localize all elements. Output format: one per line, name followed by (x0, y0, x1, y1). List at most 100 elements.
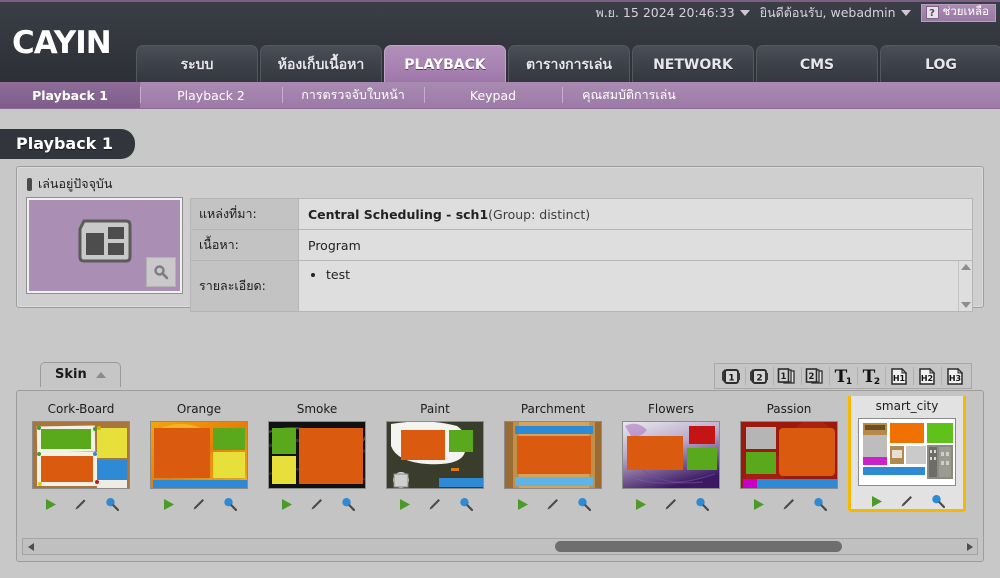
edit-pencil-icon[interactable] (664, 497, 678, 511)
edit-pencil-icon[interactable] (192, 497, 206, 511)
now-playing-header: เล่นอยู่ปัจจุบัน (17, 167, 983, 198)
magnifier-icon[interactable] (223, 497, 237, 511)
play-icon[interactable] (751, 497, 765, 511)
skin-thumbnail[interactable] (150, 421, 248, 489)
skin-thumbnail[interactable] (622, 421, 720, 489)
tab-media-library[interactable]: ห้องเก็บเนื้อหา (260, 45, 382, 84)
svg-text:1: 1 (781, 372, 787, 382)
tab-playlist[interactable]: ตารางการเล่น (508, 45, 630, 84)
play-icon[interactable] (633, 497, 647, 511)
picture-2-icon[interactable]: 2 (801, 364, 829, 388)
play-icon[interactable] (869, 494, 883, 508)
play-icon[interactable] (161, 497, 175, 511)
top-header: CAYIN พ.ย. 15 2024 20:46:33 ยินดีต้อนรับ… (0, 0, 1000, 84)
info-label-detail: รายละเอียด: (191, 261, 299, 311)
skin-name: Paint (420, 402, 450, 416)
scroll-left-arrow-icon[interactable] (23, 539, 38, 554)
skin-name: Smoke (296, 402, 338, 416)
skin-name: smart_city (875, 399, 939, 413)
tab-label: CMS (799, 57, 835, 73)
help-button[interactable]: ? ช่วยเหลือ (920, 3, 996, 22)
play-icon[interactable] (515, 497, 529, 511)
edit-pencil-icon[interactable] (74, 497, 88, 511)
skin-card-parchment[interactable]: Parchment (494, 396, 612, 515)
current-preview-thumbnail[interactable] (26, 197, 183, 294)
skin-strip: Cork-Board Orange Smoke Paint Parchment … (22, 396, 978, 515)
edit-pencil-icon[interactable] (782, 497, 796, 511)
scrollbar-track[interactable] (38, 539, 962, 554)
skin-card-paint[interactable]: Paint (376, 396, 494, 515)
media-2-icon[interactable]: 2 (745, 364, 773, 388)
skin-thumbnail[interactable] (386, 421, 484, 489)
tab-log[interactable]: LOG (880, 45, 1000, 84)
tab-cms[interactable]: CMS (756, 45, 878, 84)
magnifier-icon[interactable] (931, 494, 945, 508)
skin-card-passion[interactable]: Passion (730, 396, 848, 515)
ticker-2-icon[interactable]: T 2 (857, 364, 885, 388)
skin-horizontal-scrollbar[interactable] (22, 538, 978, 555)
play-icon[interactable] (397, 497, 411, 511)
skin-action-bar (397, 497, 473, 511)
magnifier-icon[interactable] (577, 497, 591, 511)
html-3-icon[interactable]: H3 (941, 364, 969, 388)
tab-label: ระบบ (180, 57, 214, 73)
page-title: Playback 1 (0, 129, 136, 159)
detail-scrollbar[interactable] (958, 261, 972, 311)
playback-page: CAYIN พ.ย. 15 2024 20:46:33 ยินดีต้อนรับ… (0, 0, 1000, 578)
play-icon[interactable] (279, 497, 293, 511)
picture-1-icon[interactable]: 1 (773, 364, 801, 388)
ticker-1-icon[interactable]: T 1 (829, 364, 857, 388)
tab-skin[interactable]: Skin (40, 362, 121, 387)
skin-card-cork-board[interactable]: Cork-Board (22, 396, 140, 515)
svg-text:CAYIN: CAYIN (12, 26, 111, 60)
edit-pencil-icon[interactable] (546, 497, 560, 511)
subtab-label: Playback 1 (32, 87, 108, 103)
user-menu[interactable]: ยินดีต้อนรับ, webadmin (760, 3, 911, 23)
subtab-playback-2[interactable]: Playback 2 (140, 82, 282, 108)
detail-list: test (308, 267, 350, 282)
subtab-keypad[interactable]: Keypad (424, 82, 562, 108)
now-playing-body: แหล่งที่มา: Central Scheduling - sch1 (G… (17, 197, 983, 312)
subtab-playback-1[interactable]: Playback 1 (0, 82, 140, 108)
magnifier-icon[interactable] (813, 497, 827, 511)
chevron-up-icon[interactable] (95, 371, 106, 378)
edit-pencil-icon[interactable] (310, 497, 324, 511)
skin-card-orange[interactable]: Orange (140, 396, 258, 515)
svg-text:2: 2 (756, 373, 762, 383)
skin-name: Passion (766, 402, 812, 416)
skin-thumbnail[interactable] (268, 421, 366, 489)
cayin-logo: CAYIN (12, 26, 130, 60)
skin-card-flowers[interactable]: Flowers (612, 396, 730, 515)
scroll-up-arrow-icon[interactable] (960, 264, 971, 270)
html-2-icon[interactable]: H2 (913, 364, 941, 388)
skin-thumbnail[interactable] (858, 418, 956, 486)
media-1-icon[interactable]: 1 (717, 364, 745, 388)
magnifier-icon[interactable] (695, 497, 709, 511)
skin-thumbnail[interactable] (504, 421, 602, 489)
skin-action-bar (751, 497, 827, 511)
tab-system[interactable]: ระบบ (136, 45, 258, 84)
magnifier-icon[interactable] (459, 497, 473, 511)
skin-thumbnail[interactable] (32, 421, 130, 489)
play-icon[interactable] (43, 497, 57, 511)
html-1-icon[interactable]: H1 (885, 364, 913, 388)
datetime-menu[interactable]: พ.ย. 15 2024 20:46:33 (595, 3, 750, 23)
preview-magnifier-button[interactable] (146, 257, 176, 287)
magnifier-icon[interactable] (105, 497, 119, 511)
subtab-face-detection[interactable]: การตรวจจับใบหน้า (282, 82, 424, 108)
skin-card-smart-city[interactable]: smart_city (848, 396, 966, 512)
layout-placeholder-icon (74, 215, 136, 271)
edit-pencil-icon[interactable] (900, 494, 914, 508)
cayin-logo-mark: CAYIN (12, 26, 112, 60)
magnifier-icon[interactable] (341, 497, 355, 511)
scroll-right-arrow-icon[interactable] (962, 539, 977, 554)
tab-playback[interactable]: PLAYBACK (384, 45, 506, 84)
subtab-playback-properties[interactable]: คุณสมบัติการเล่น (562, 82, 696, 108)
tab-network[interactable]: NETWORK (632, 45, 754, 84)
scrollbar-thumb[interactable] (555, 541, 842, 552)
skin-thumbnail[interactable] (740, 421, 838, 489)
edit-pencil-icon[interactable] (428, 497, 442, 511)
skin-tab-strip: Skin (40, 362, 121, 387)
scroll-down-arrow-icon[interactable] (960, 302, 971, 308)
skin-card-smoke[interactable]: Smoke (258, 396, 376, 515)
